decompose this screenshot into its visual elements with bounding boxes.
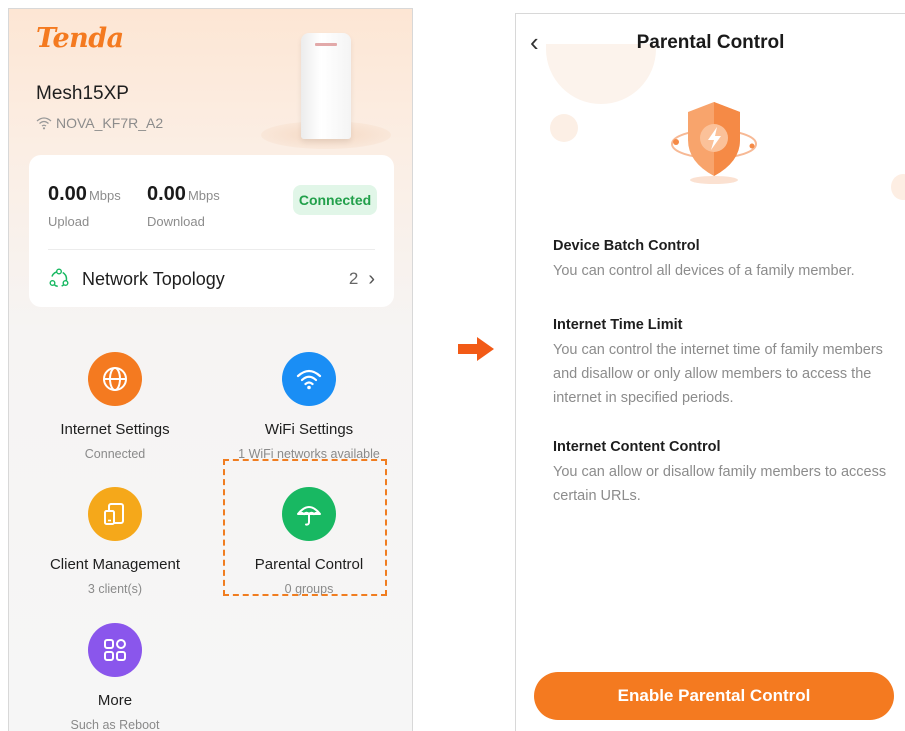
internet-content-control-section: Internet Content Control You can allow o…: [553, 439, 893, 508]
wifi-settings-title: WiFi Settings: [264, 421, 354, 438]
section-description: You can control the internet time of fam…: [553, 342, 883, 406]
more-subtitle: Such as Reboot: [70, 718, 160, 731]
connected-status-badge: Connected: [293, 185, 377, 215]
section-description: You can control all devices of a family …: [553, 263, 855, 279]
section-heading: Internet Time Limit: [553, 317, 683, 333]
more-tile[interactable]: More Such as Reboot: [25, 623, 205, 731]
download-label: Download: [147, 214, 205, 229]
more-icon-circle: [88, 623, 142, 677]
ssid-row: NOVA_KF7R_A2: [36, 115, 163, 131]
client-management-tile[interactable]: Client Management 3 client(s): [25, 487, 205, 596]
enable-parental-control-button[interactable]: Enable Parental Control: [534, 672, 894, 720]
wifi-icon: [296, 369, 322, 390]
upload-label: Upload: [48, 214, 90, 229]
internet-settings-tile[interactable]: Internet Settings Connected: [25, 352, 205, 461]
wifi-settings-tile[interactable]: WiFi Settings 1 WiFi networks available: [219, 352, 399, 461]
topology-count: 2: [348, 269, 359, 288]
wifi-settings-icon-circle: [282, 352, 336, 406]
background-decoration: [550, 114, 578, 142]
devices-icon: [104, 503, 124, 525]
router-name: Mesh15XP: [36, 83, 129, 104]
section-heading: Internet Content Control: [553, 439, 721, 455]
ssid-label: NOVA_KF7R_A2: [56, 115, 164, 131]
download-value: 0.00: [147, 183, 186, 205]
more-title: More: [97, 692, 133, 709]
network-topology-label: Network Topology: [82, 268, 225, 289]
download-stat: 0.00 Mbps Download: [147, 183, 220, 229]
client-management-count: 3 client(s): [87, 582, 143, 596]
internet-time-limit-section: Internet Time Limit You can control the …: [553, 317, 893, 410]
topology-icon: [49, 268, 69, 288]
page-title: Parental Control: [636, 32, 785, 53]
wifi-icon: [36, 117, 52, 130]
grid-icon: [104, 639, 126, 661]
client-management-icon-circle: [88, 487, 142, 541]
router-image: [301, 33, 351, 139]
upload-value: 0.00: [48, 183, 87, 205]
parental-control-screen: ‹ Parental Control Device Batch Control …: [515, 13, 905, 731]
chevron-right-icon: ›: [368, 267, 375, 290]
upload-stat: 0.00 Mbps Upload: [48, 183, 121, 229]
card-divider: [48, 249, 375, 250]
upload-unit: Mbps: [88, 188, 121, 203]
shield-illustration-icon: [671, 102, 757, 184]
network-status-card: 0.00 Mbps Upload 0.00 Mbps Download Connec…: [29, 155, 394, 307]
arrow-right-icon: [458, 337, 494, 361]
device-batch-control-section: Device Batch Control You can control all…: [553, 238, 893, 283]
background-decoration: [891, 174, 905, 200]
download-unit: Mbps: [187, 188, 220, 203]
client-management-title: Client Management: [49, 556, 181, 573]
home-screen: Tenda Mesh15XP NOVA_KF7R_A2 0.00 Mbps Upl…: [8, 8, 413, 731]
internet-settings-status: Connected: [84, 447, 146, 461]
parental-control-highlight: [223, 459, 387, 596]
section-description: You can allow or disallow family members…: [553, 464, 887, 504]
internet-settings-title: Internet Settings: [60, 421, 170, 438]
internet-settings-icon-circle: [88, 352, 142, 406]
network-topology-row[interactable]: Network Topology 2 ›: [48, 259, 375, 299]
tenda-logo: Tenda: [36, 23, 124, 54]
globe-icon: [103, 367, 127, 391]
section-heading: Device Batch Control: [553, 238, 700, 254]
